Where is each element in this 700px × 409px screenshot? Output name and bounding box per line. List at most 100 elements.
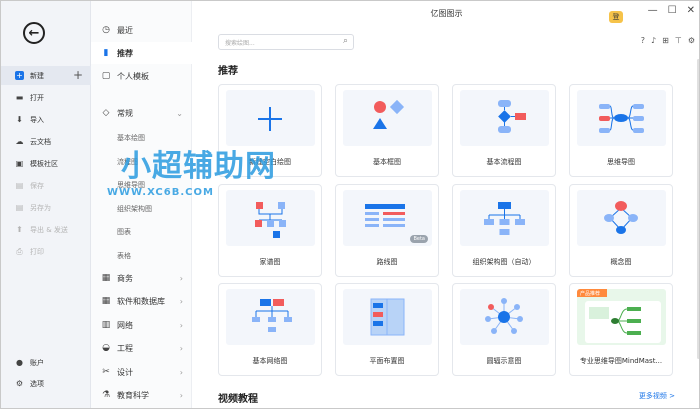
minimize-button[interactable]: — — [648, 5, 658, 16]
family-tree-icon — [255, 202, 286, 238]
card-label: 专业思维导图MindMast... — [579, 357, 663, 365]
template-icon: ▢ — [101, 71, 111, 81]
card-label: 基本网络图 — [252, 357, 288, 365]
nav-new[interactable]: + 新建 + — [1, 66, 91, 85]
orgchart-icon — [484, 202, 525, 235]
nav-options-label: 选项 — [30, 379, 44, 388]
template-card-roadmap[interactable]: Beta 路线图 — [335, 184, 439, 277]
cat-recent[interactable]: ◷ 最近 — [91, 19, 192, 41]
cat-recommend[interactable]: ▮ 推荐 — [91, 42, 192, 64]
nav-cloud[interactable]: ☁ 云文档 — [1, 132, 91, 151]
help-icon[interactable]: ? — [641, 36, 645, 45]
card-thumbnail — [343, 90, 432, 146]
nav-open[interactable]: ▬ 打开 — [1, 88, 91, 107]
card-label: 基本框图 — [373, 158, 401, 166]
search-icon[interactable]: ⌕ — [343, 36, 348, 46]
mindmap-icon — [599, 104, 644, 133]
nav-save-as[interactable]: ▤ 另存为 — [1, 198, 91, 217]
template-card-orgchart-auto[interactable]: 组织架构图（自动） — [452, 184, 556, 277]
nav-new-label: 新建 — [30, 71, 44, 80]
cat-education[interactable]: ⚗ 教育科学 › — [91, 384, 192, 406]
cat-personal-label: 个人模板 — [117, 71, 149, 81]
plus-icon — [258, 107, 282, 131]
template-card-family-tree[interactable]: 家谱图 — [218, 184, 322, 277]
card-thumbnail — [577, 190, 666, 246]
nav-print[interactable]: ⎙ 打印 — [1, 242, 91, 261]
card-label: 思维导图 — [607, 158, 635, 166]
product-recommend-badge: 产品推荐 — [580, 291, 601, 297]
card-thumbnail — [577, 90, 666, 146]
card-label: 家谱图 — [259, 258, 281, 266]
template-card-basic-block[interactable]: 基本框图 — [335, 84, 439, 177]
export-icon: ⬆ — [16, 225, 23, 234]
template-card-concept-map[interactable]: 概念图 — [569, 184, 673, 277]
nav-import[interactable]: ⬇ 导入 — [1, 110, 91, 129]
cat-network[interactable]: ▥ 网络 › — [91, 314, 192, 336]
new-file-icon: + — [15, 71, 24, 80]
mindmaster-preview-icon — [577, 289, 661, 343]
back-button[interactable]: ← — [23, 22, 45, 44]
nav-export[interactable]: ⬆ 导出 & 发送 — [1, 220, 91, 239]
save-as-icon: ▤ — [15, 203, 24, 212]
community-icon: ▣ — [15, 159, 24, 168]
toolbar-icons: ? ♪ ⊞ ⊤ ⚙ — [641, 36, 695, 45]
helmet-icon: ◒ — [102, 343, 110, 353]
template-card-radial[interactable]: 圆辐示意图 — [452, 283, 556, 376]
template-card-flowchart[interactable]: 基本流程图 — [452, 84, 556, 177]
import-icon: ⬇ — [16, 115, 23, 124]
grid-icon[interactable]: ⊞ — [662, 36, 669, 45]
nav-export-label: 导出 & 发送 — [30, 225, 68, 234]
cat-engineering[interactable]: ◒ 工程 › — [91, 337, 192, 359]
card-label: 路线图 — [376, 258, 398, 266]
close-button[interactable]: ✕ — [687, 5, 695, 16]
cat-software[interactable]: ▦ 软件和数据库 › — [91, 290, 192, 312]
card-thumbnail: Beta — [343, 190, 432, 246]
database-icon: ▦ — [101, 296, 111, 306]
cat-design-label: 设计 — [117, 367, 133, 377]
cat-recent-label: 最近 — [117, 25, 133, 35]
add-icon[interactable]: + — [73, 68, 83, 82]
chevron-right-icon: › — [179, 367, 183, 377]
settings-icon[interactable]: ⚙ — [688, 36, 695, 45]
cat-recommend-label: 推荐 — [117, 48, 133, 58]
sub-table[interactable]: 表格 — [117, 251, 131, 261]
login-avatar[interactable]: 登 — [609, 11, 623, 23]
nav-save[interactable]: ▤ 保存 — [1, 176, 91, 195]
nav-cloud-label: 云文档 — [30, 137, 51, 146]
chevron-right-icon: › — [179, 390, 183, 400]
card-thumbnail — [226, 190, 315, 246]
nav-save-as-label: 另存为 — [30, 203, 51, 212]
maximize-button[interactable]: ☐ — [668, 5, 677, 16]
template-card-mindmaster[interactable]: 产品推荐 专业思维导图MindMast... — [569, 283, 673, 376]
clock-icon: ◷ — [102, 25, 110, 35]
cat-business[interactable]: ▦ 商务 › — [91, 267, 192, 289]
nav-open-label: 打开 — [30, 93, 44, 102]
cat-common[interactable]: ◇ 常规 ⌄ — [91, 102, 192, 124]
window-controls: — ☐ ✕ — [648, 5, 695, 16]
nav-import-label: 导入 — [30, 115, 44, 124]
folder-icon: ▬ — [15, 93, 24, 102]
card-thumbnail — [460, 289, 549, 345]
template-card-mindmap[interactable]: 思维导图 — [569, 84, 673, 177]
flowchart-icon — [498, 100, 526, 133]
cloud-icon: ☁ — [15, 137, 24, 146]
sub-chart[interactable]: 图表 — [117, 227, 131, 237]
bell-icon[interactable]: ♪ — [651, 36, 656, 45]
nav-account[interactable]: ● 账户 — [1, 353, 91, 372]
cat-design[interactable]: ✂ 设计 › — [91, 361, 192, 383]
cat-personal[interactable]: ▢ 个人模板 — [91, 65, 192, 87]
more-videos-link[interactable]: 更多视频 > — [639, 391, 675, 401]
save-icon: ▤ — [15, 181, 24, 190]
card-thumbnail — [343, 289, 432, 345]
nav-community[interactable]: ▣ 模板社区 — [1, 154, 91, 173]
shirt-icon[interactable]: ⊤ — [675, 36, 682, 45]
card-label: 基本流程图 — [486, 158, 522, 166]
main-panel: 亿图图示 登 — ☐ ✕ 搜索绘图... ⌕ ? ♪ ⊞ ⊤ ⚙ 推荐 新建空白… — [192, 1, 699, 408]
template-card-floor-plan[interactable]: 平面布置图 — [335, 283, 439, 376]
sub-orgchart[interactable]: 组织架构图 — [117, 204, 152, 214]
search-input[interactable]: 搜索绘图... ⌕ — [218, 34, 354, 50]
education-icon: ⚗ — [101, 390, 111, 400]
nav-options[interactable]: ⚙ 选项 — [1, 374, 91, 393]
template-card-network[interactable]: 基本网络图 — [218, 283, 322, 376]
card-thumbnail — [460, 190, 549, 246]
